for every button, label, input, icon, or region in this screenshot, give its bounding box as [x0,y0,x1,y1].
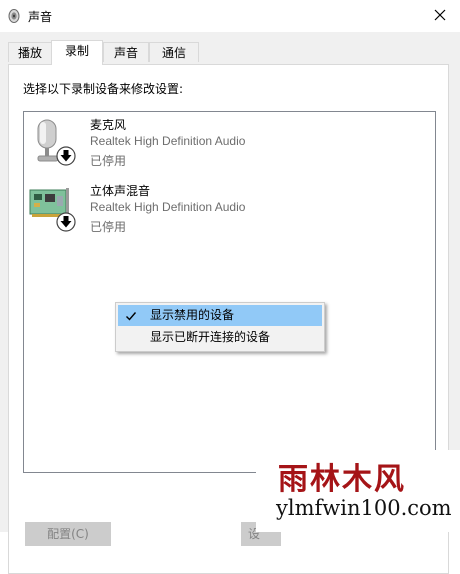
menu-item-label: 显示禁用的设备 [150,308,235,322]
configure-button[interactable]: 配置(C) [25,522,111,546]
tab-communications[interactable]: 通信 [149,42,199,62]
sound-card-icon [28,184,78,234]
device-status: 已停用 [90,154,127,168]
close-button[interactable] [420,0,460,32]
title-bar: 声音 [0,0,460,32]
checkmark-icon [124,305,138,329]
tab-sounds[interactable]: 声音 [103,42,149,62]
watermark: 雨林木风 ylmfwin100.com [256,450,460,532]
device-driver: Realtek High Definition Audio [90,200,246,214]
microphone-icon [28,118,78,168]
window-title: 声音 [28,10,53,24]
device-name: 麦克风 [90,118,127,132]
instruction-label: 选择以下录制设备来修改设置: [23,82,184,96]
device-driver: Realtek High Definition Audio [90,134,246,148]
device-status: 已停用 [90,220,127,234]
menu-item-label: 显示已断开连接的设备 [150,330,271,344]
context-menu: 显示禁用的设备 显示已断开连接的设备 [115,302,325,352]
tab-recording[interactable]: 录制 [51,40,103,65]
tab-playback[interactable]: 播放 [8,42,52,62]
watermark-chinese: 雨林木风 [278,462,406,497]
menu-item-show-disconnected[interactable]: 显示已断开连接的设备 [118,327,322,348]
device-list[interactable]: 麦克风 Realtek High Definition Audio 已停用 立体… [23,111,436,473]
menu-item-show-disabled[interactable]: 显示禁用的设备 [118,305,322,326]
speaker-icon [6,8,22,24]
watermark-url: ylmfwin100.com [276,496,452,520]
device-item-microphone[interactable]: 麦克风 Realtek High Definition Audio 已停用 [24,112,435,174]
device-name: 立体声混音 [90,184,151,198]
close-icon [434,9,446,24]
device-item-stereo-mix[interactable]: 立体声混音 Realtek High Definition Audio 已停用 [24,178,435,240]
